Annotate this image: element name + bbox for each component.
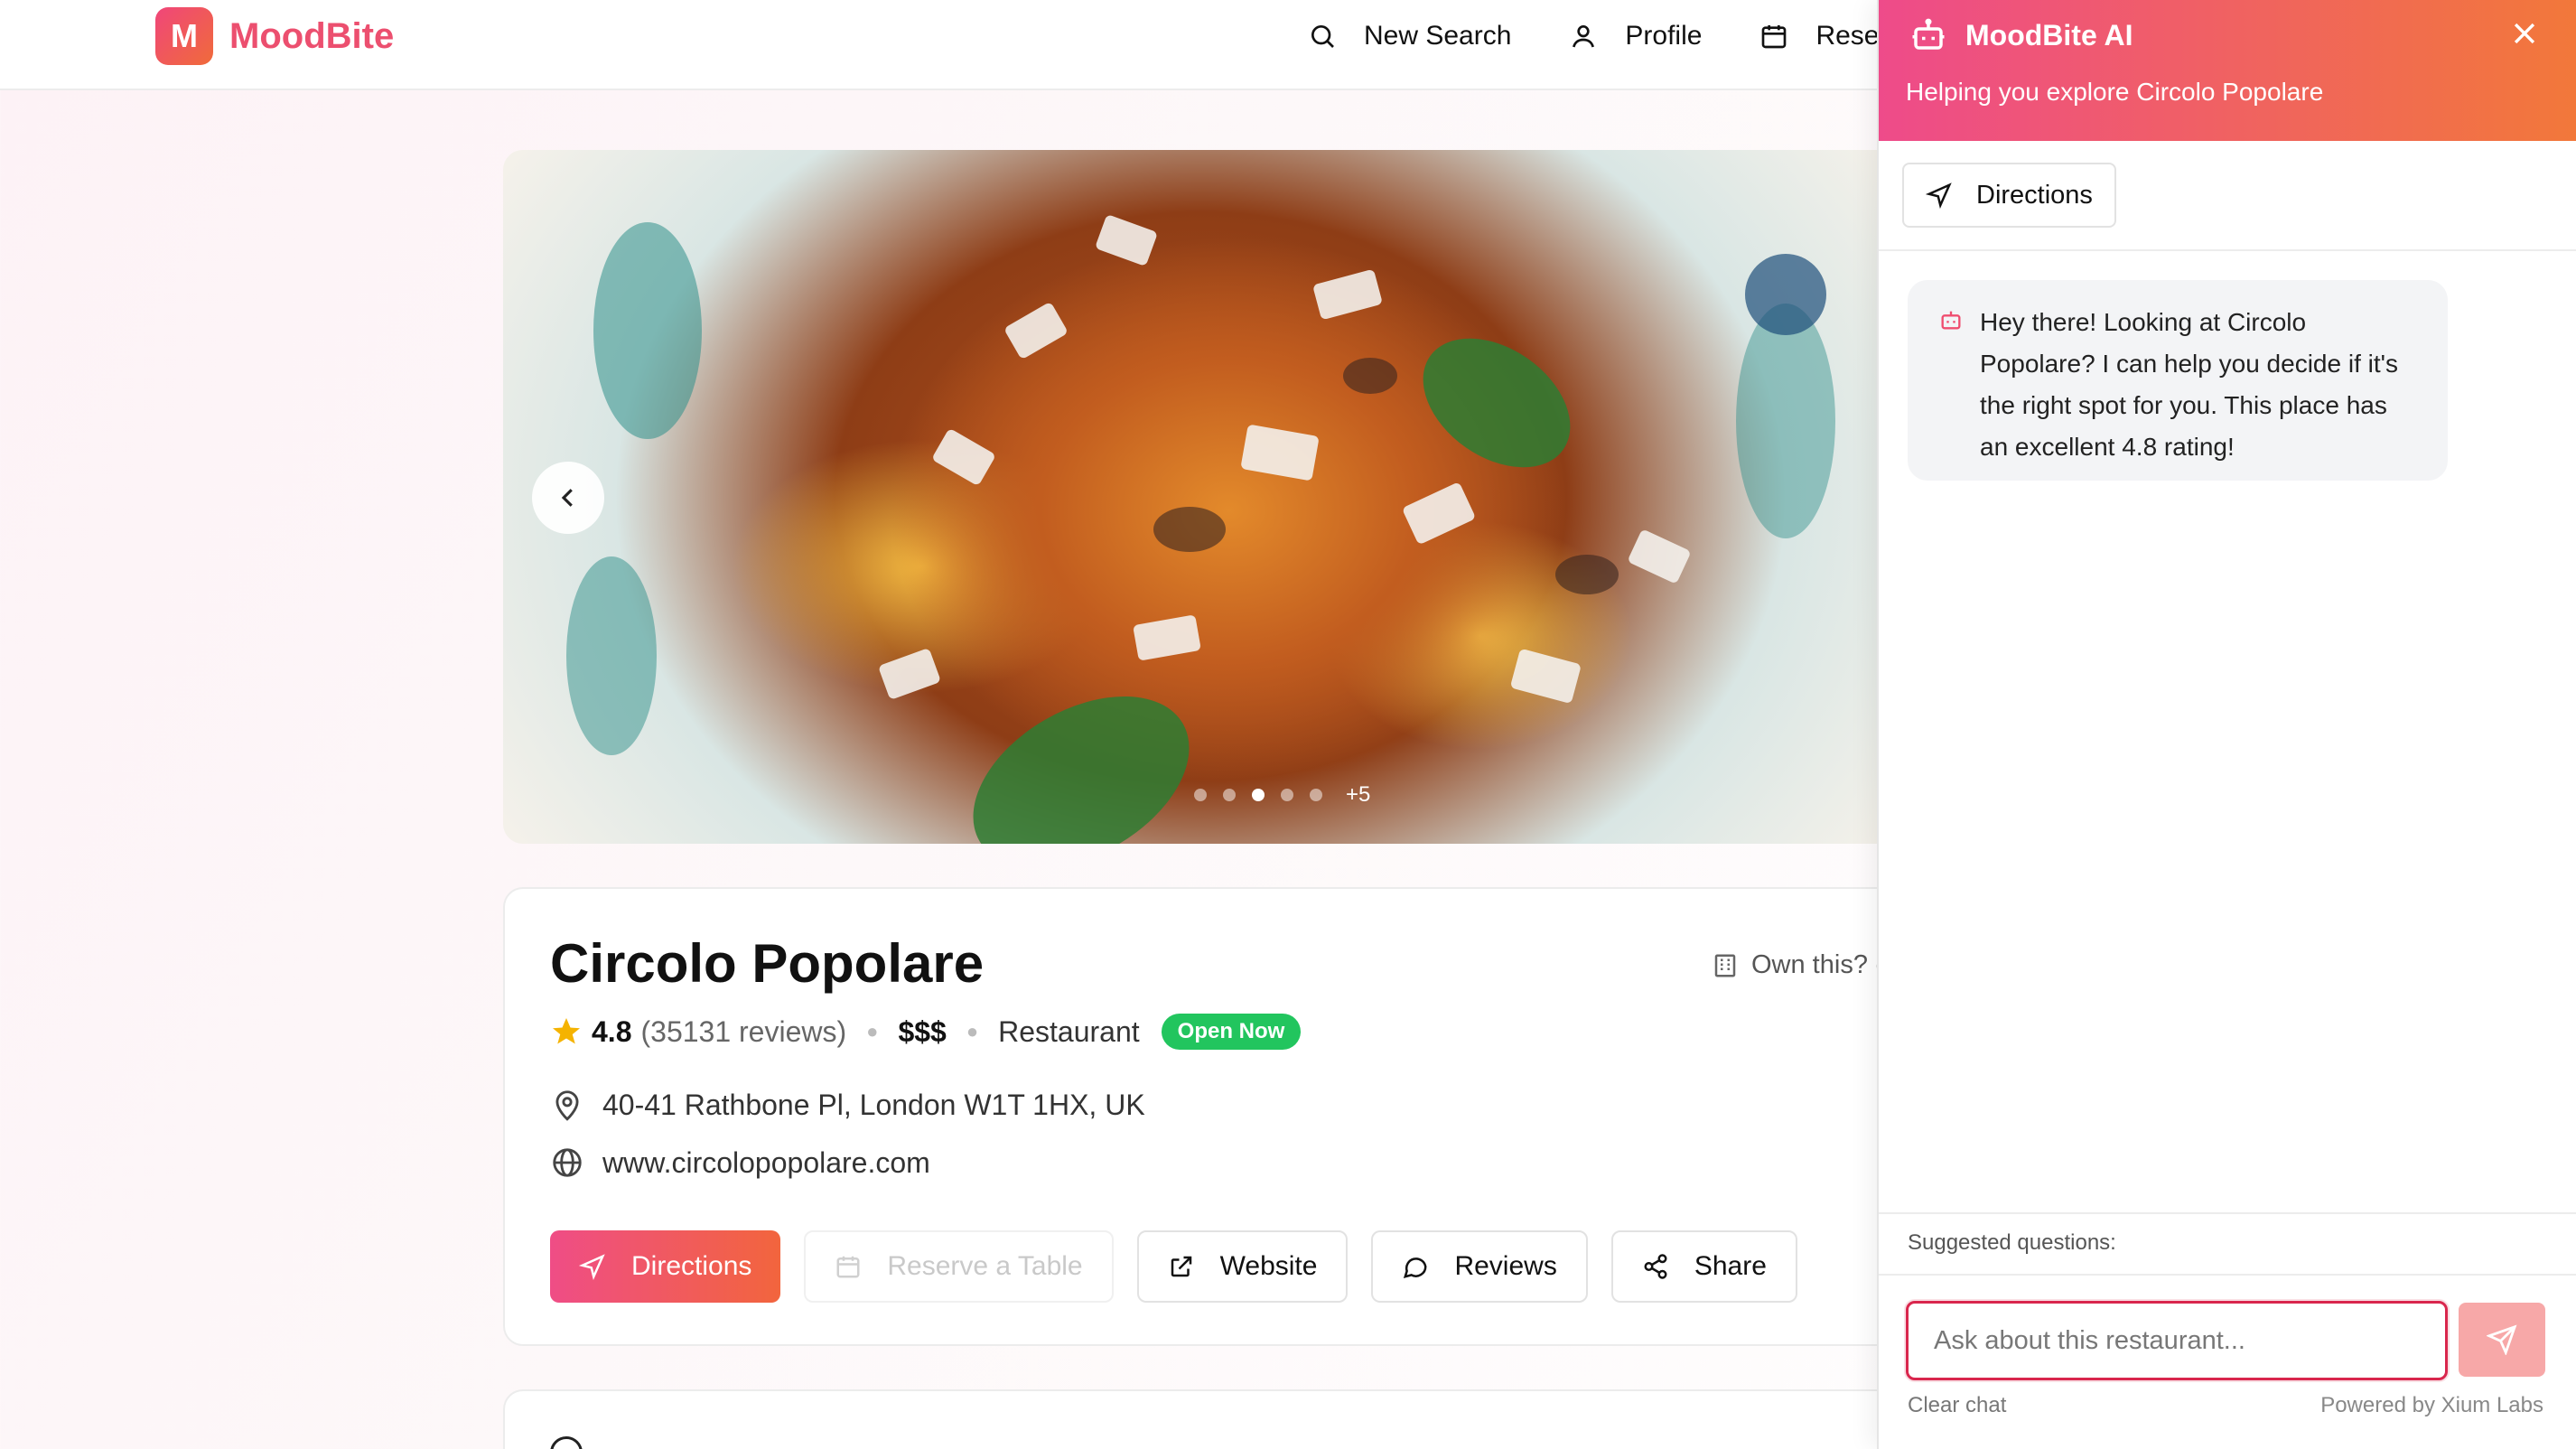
assistant-message-text: Hey there! Looking at Circolo Popolare? … xyxy=(1980,308,2398,461)
carousel-prev-button[interactable] xyxy=(532,462,604,534)
nav-items: New Search Profile Rese xyxy=(1308,16,1937,56)
carousel-dots: +5 xyxy=(1194,782,1370,808)
chat-header: MoodBite AI Helping you explore Circolo … xyxy=(1879,0,2576,141)
chat-quick-actions: Directions xyxy=(1879,141,2576,251)
carousel-more-count: +5 xyxy=(1346,782,1371,807)
brand-name: MoodBite xyxy=(229,15,395,56)
nav-new-search-label: New Search xyxy=(1364,21,1512,51)
external-link-icon xyxy=(1171,1256,1191,1277)
own-this-label: Own this? ( xyxy=(1751,950,1884,979)
photo-carousel[interactable]: +5 xyxy=(503,150,1899,844)
chevron-left-icon xyxy=(561,489,573,507)
separator-dot: ● xyxy=(866,1020,879,1042)
carousel-dot-active[interactable] xyxy=(1252,789,1265,801)
quick-directions-label: Directions xyxy=(1976,180,2093,210)
website-link[interactable]: www.circolopopolare.com xyxy=(602,1146,930,1180)
reviews-button[interactable]: Reviews xyxy=(1371,1230,1588,1303)
opening-hours-card xyxy=(503,1389,1899,1449)
nav-reservations-label: Rese xyxy=(1815,21,1880,51)
separator-dot: ● xyxy=(966,1020,979,1042)
restaurant-name: Circolo Popolare xyxy=(550,933,985,994)
navigation-icon xyxy=(1926,182,1952,209)
reserve-table-button[interactable]: Reserve a Table xyxy=(804,1230,1114,1303)
open-status-badge: Open Now xyxy=(1161,1014,1302,1050)
brand[interactable]: M MoodBite xyxy=(155,7,394,65)
send-icon xyxy=(2487,1324,2517,1355)
carousel-dot[interactable] xyxy=(1194,789,1207,801)
action-buttons: Directions Reserve a Table Website Revie… xyxy=(550,1230,1821,1303)
category: Restaurant xyxy=(998,1014,1140,1048)
review-count[interactable]: (35131 reviews) xyxy=(640,1015,846,1049)
ai-chat-panel: MoodBite AI Helping you explore Circolo … xyxy=(1877,0,2576,1449)
brand-logo: M xyxy=(155,7,213,65)
nav-reservations[interactable]: Rese xyxy=(1759,21,1880,51)
price-level: $$$ xyxy=(898,1014,947,1048)
reviews-button-label: Reviews xyxy=(1454,1251,1557,1281)
close-icon xyxy=(2514,23,2535,44)
address-text: 40-41 Rathbone Pl, London W1T 1HX, UK xyxy=(602,1088,1145,1121)
send-button[interactable] xyxy=(2459,1303,2545,1377)
chat-input[interactable] xyxy=(1906,1301,2448,1380)
clock-icon xyxy=(550,1436,583,1449)
directions-button[interactable]: Directions xyxy=(550,1230,781,1303)
powered-by: Powered by Xium Labs xyxy=(2320,1393,2543,1417)
directions-button-label: Directions xyxy=(631,1251,752,1281)
share-icon xyxy=(1644,1254,1667,1279)
rating-value: 4.8 xyxy=(592,1014,632,1048)
website-button[interactable]: Website xyxy=(1136,1230,1349,1303)
quick-directions-button[interactable]: Directions xyxy=(1902,163,2116,228)
own-this-link[interactable]: Own this? ( xyxy=(1712,950,1884,980)
user-icon xyxy=(1573,25,1595,48)
nav-profile[interactable]: Profile xyxy=(1569,21,1702,51)
bot-icon xyxy=(1912,18,1945,50)
globe-icon xyxy=(553,1148,582,1177)
bot-icon xyxy=(1941,311,1961,330)
carousel-dot[interactable] xyxy=(1310,789,1322,801)
chat-title-label: MoodBite AI xyxy=(1965,18,2133,51)
building-icon xyxy=(1714,954,1736,977)
map-pin-icon xyxy=(555,1090,579,1121)
assistant-message: Hey there! Looking at Circolo Popolare? … xyxy=(1908,280,2448,481)
restaurant-meta: 4.8 (35131 reviews) ● $$$ ● Restaurant O… xyxy=(550,1014,1302,1050)
share-button[interactable]: Share xyxy=(1610,1230,1797,1303)
suggested-questions: Suggested questions: xyxy=(1879,1212,2576,1276)
website-button-label: Website xyxy=(1219,1251,1318,1281)
nav-profile-label: Profile xyxy=(1625,21,1703,51)
restaurant-info-card: Circolo Popolare Own this? ( 4.8 (35131 … xyxy=(503,887,1899,1346)
search-icon xyxy=(1311,25,1334,48)
close-chat-button[interactable] xyxy=(2509,18,2540,53)
message-circle-icon xyxy=(1404,1257,1427,1279)
website-row: www.circolopopolare.com xyxy=(550,1145,930,1180)
star-icon xyxy=(553,1018,580,1044)
clear-chat-link[interactable]: Clear chat xyxy=(1908,1393,2006,1418)
calendar-icon xyxy=(836,1256,860,1278)
food-photo xyxy=(566,215,1835,844)
carousel-dot[interactable] xyxy=(1223,789,1236,801)
navigation-icon xyxy=(579,1254,605,1280)
chat-subtitle: Helping you explore Circolo Popolare xyxy=(1906,78,2324,106)
reserve-table-label: Reserve a Table xyxy=(887,1251,1083,1281)
chat-title: MoodBite AI xyxy=(1909,16,2133,54)
share-button-label: Share xyxy=(1694,1251,1767,1281)
nav-new-search[interactable]: New Search xyxy=(1308,21,1511,51)
carousel-dot[interactable] xyxy=(1281,789,1293,801)
address-row: 40-41 Rathbone Pl, London W1T 1HX, UK xyxy=(550,1088,1145,1122)
calendar-icon xyxy=(1762,25,1787,49)
